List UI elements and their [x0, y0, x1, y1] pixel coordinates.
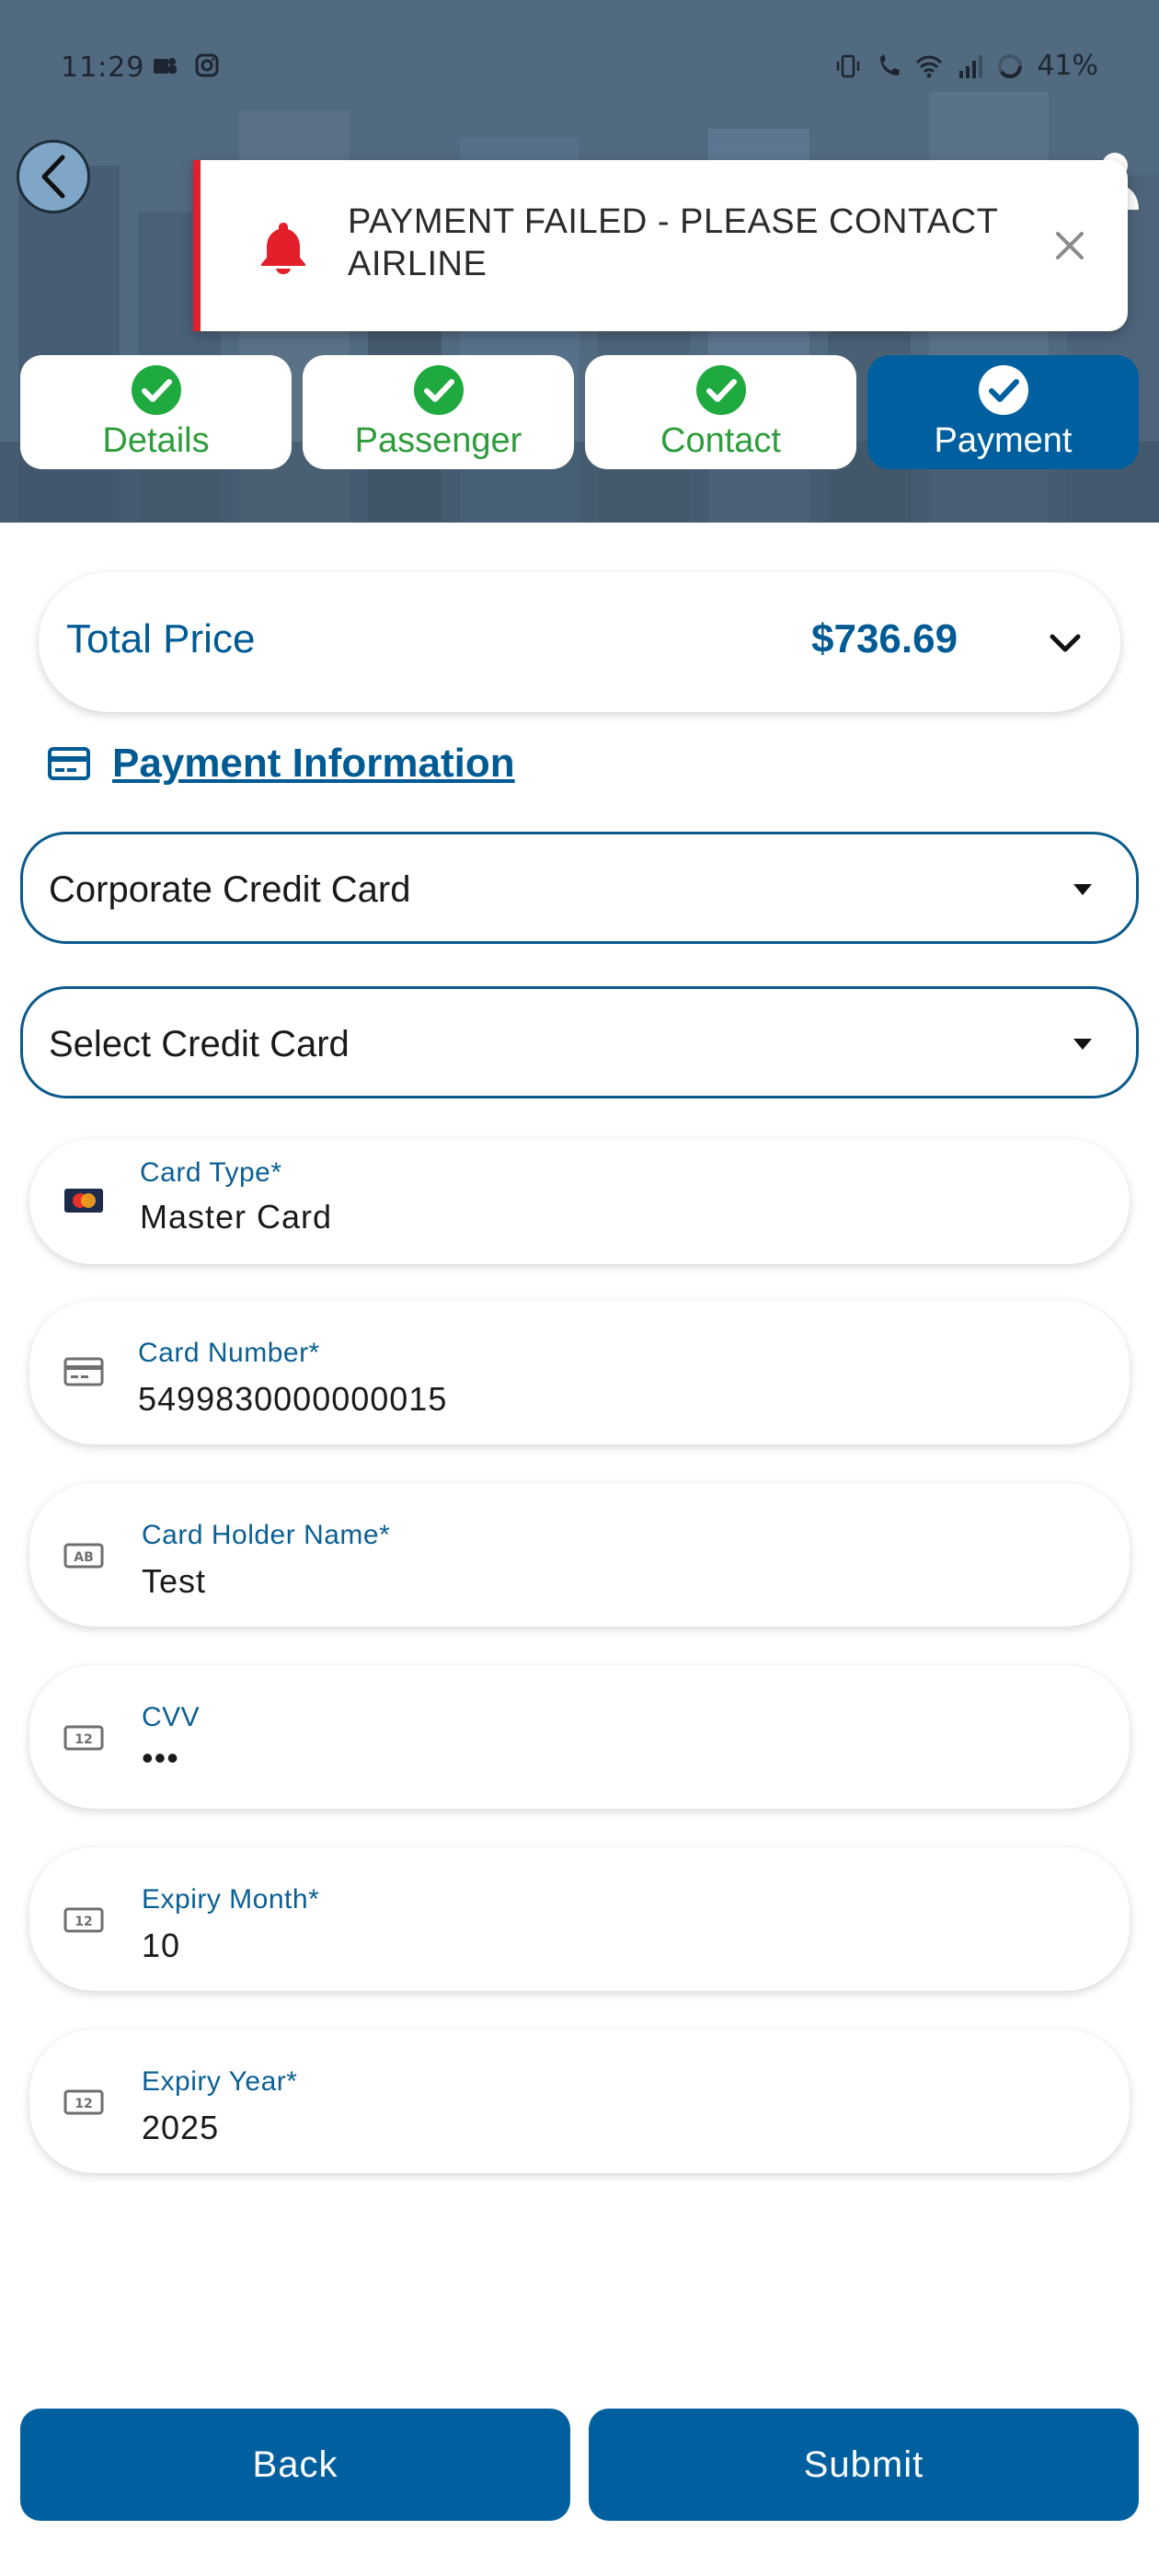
expiry-month-field[interactable]: 12 Expiry Month* 10 — [29, 1847, 1130, 1991]
chevron-down-icon[interactable] — [1047, 627, 1084, 661]
expiry-month-value: 10 — [142, 1926, 181, 1964]
battery-percentage: 41% — [1037, 50, 1098, 82]
total-price-label: Total Price — [66, 616, 256, 661]
numeric-badge-icon: 12 — [63, 1907, 104, 1933]
chevron-left-icon — [41, 155, 65, 199]
svg-text:AB: AB — [74, 1550, 94, 1565]
total-price-value: $736.69 — [811, 616, 958, 661]
payment-information-header: Payment Information — [48, 736, 515, 791]
step-passenger[interactable]: Passenger — [303, 355, 574, 469]
expiry-year-label: Expiry Year* — [142, 2066, 298, 2097]
battery-icon — [998, 53, 1023, 78]
bell-icon — [261, 223, 305, 274]
header-banner: 11:29 41% PAYMENT FAILED - PLEASE CONTAC… — [0, 0, 1159, 523]
credit-card-select[interactable]: Select Credit Card — [20, 986, 1139, 1098]
check-circle-icon — [695, 365, 746, 415]
wifi-icon — [916, 55, 943, 77]
card-number-field[interactable]: Card Number* 5499830000000015 — [29, 1301, 1130, 1444]
card-number-label: Card Number* — [138, 1338, 320, 1368]
toast-message: PAYMENT FAILED - PLEASE CONTACT AIRLINE — [348, 202, 998, 283]
wifi-call-icon — [880, 53, 901, 75]
card-number-value: 5499830000000015 — [138, 1380, 448, 1418]
credit-card-icon — [48, 747, 90, 780]
card-type-value: Master Card — [140, 1198, 333, 1236]
expiry-year-value: 2025 — [142, 2109, 220, 2146]
check-circle-icon — [131, 365, 181, 415]
cvv-field[interactable]: 12 CVV ••• — [29, 1665, 1130, 1809]
step-label: Details — [102, 421, 210, 460]
payment-method-value: Corporate Credit Card — [49, 869, 411, 910]
svg-text:12: 12 — [75, 2097, 92, 2111]
step-payment[interactable]: Payment — [867, 355, 1139, 469]
vibrate-icon — [837, 54, 860, 77]
check-circle-icon — [413, 365, 464, 415]
caret-down-icon — [1073, 1039, 1092, 1050]
step-label: Passenger — [354, 421, 522, 460]
total-price-card[interactable]: Total Price $736.69 — [39, 572, 1120, 712]
back-button[interactable]: Back — [20, 2409, 570, 2521]
check-circle-icon — [978, 365, 1028, 415]
status-bar: 11:29 41% — [0, 0, 1159, 138]
instagram-icon — [195, 53, 219, 77]
payment-information-title[interactable]: Payment Information — [112, 741, 515, 787]
credit-card-select-value: Select Credit Card — [49, 1024, 350, 1064]
card-type-label: Card Type* — [140, 1157, 282, 1188]
numeric-badge-icon: 12 — [63, 1725, 104, 1751]
step-contact[interactable]: Contact — [585, 355, 856, 469]
mastercard-icon — [64, 1189, 103, 1213]
numeric-badge-icon: 12 — [63, 2089, 104, 2115]
svg-text:12: 12 — [75, 1915, 92, 1929]
back-nav-button[interactable] — [17, 140, 90, 213]
cvv-label: CVV — [142, 1702, 201, 1732]
cvv-value: ••• — [142, 1739, 179, 1777]
booking-steps: Details Passenger Contact Payment — [20, 355, 1141, 469]
teams-icon — [154, 58, 177, 74]
close-icon[interactable] — [1047, 223, 1093, 269]
step-label: Payment — [934, 421, 1073, 460]
caret-down-icon — [1073, 884, 1092, 895]
step-details[interactable]: Details — [20, 355, 292, 469]
signal-icon — [959, 54, 983, 78]
expiry-year-field[interactable]: 12 Expiry Year* 2025 — [29, 2030, 1130, 2173]
submit-button[interactable]: Submit — [589, 2409, 1139, 2521]
step-label: Contact — [660, 421, 781, 460]
card-holder-name-field[interactable]: AB Card Holder Name* Test — [29, 1483, 1130, 1627]
ab-badge-icon: AB — [63, 1543, 104, 1569]
expiry-month-label: Expiry Month* — [142, 1884, 320, 1915]
credit-card-icon — [63, 1357, 104, 1386]
card-holder-name-label: Card Holder Name* — [142, 1520, 391, 1550]
payment-failed-toast: PAYMENT FAILED - PLEASE CONTACT AIRLINE — [193, 160, 1128, 331]
card-holder-name-value: Test — [142, 1562, 207, 1600]
svg-text:12: 12 — [75, 1732, 92, 1747]
card-type-field[interactable]: Card Type* Master Card — [29, 1139, 1130, 1264]
payment-method-select[interactable]: Corporate Credit Card — [20, 832, 1139, 944]
status-time: 11:29 — [61, 52, 145, 84]
